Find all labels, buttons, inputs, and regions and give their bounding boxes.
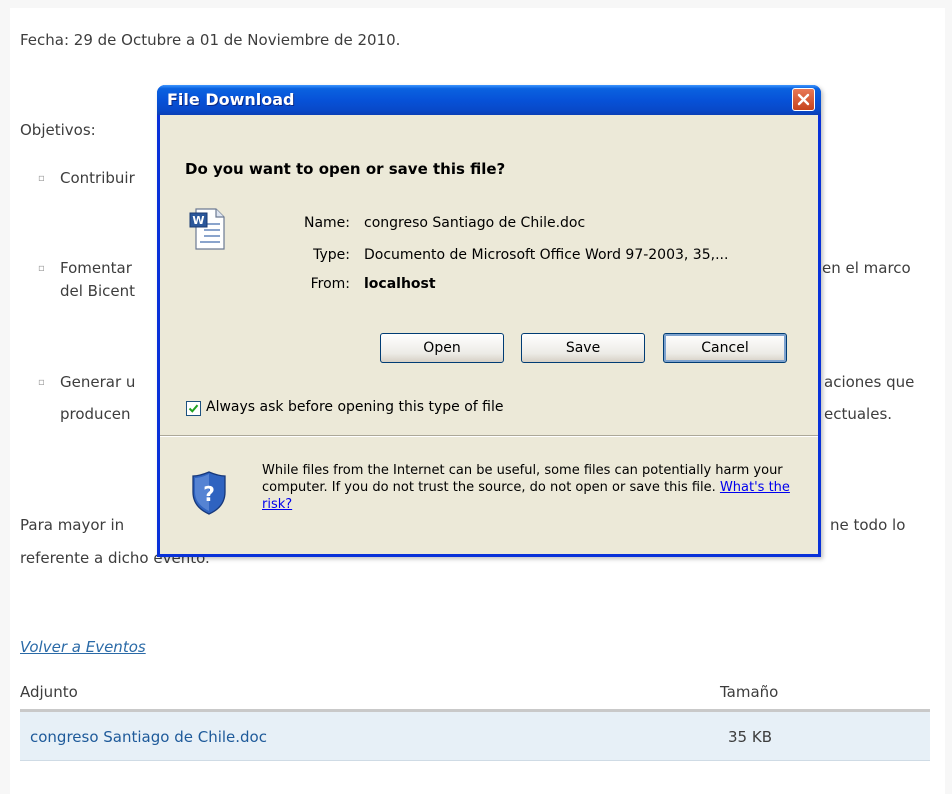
dialog-title: File Download xyxy=(167,90,295,109)
objective-3-text: Generar u xyxy=(60,373,136,391)
cancel-button[interactable]: Cancel xyxy=(663,333,787,363)
objective-2-text-line2: del Bicent xyxy=(60,282,136,300)
close-icon xyxy=(797,93,810,106)
more-info-text: Para mayor in xyxy=(20,516,125,534)
objective-3-text-right: aciones que xyxy=(824,373,915,391)
objective-2-text: Fomentar xyxy=(60,259,132,277)
file-download-dialog: File Download Do you want to open or sav… xyxy=(157,85,821,557)
separator-highlight xyxy=(160,436,818,437)
table-row: congreso Santiago de Chile.doc 35 KB xyxy=(20,712,930,761)
word-document-icon: W xyxy=(189,208,225,250)
from-label: From: xyxy=(310,276,350,292)
attachment-link[interactable]: congreso Santiago de Chile.doc xyxy=(30,728,267,746)
objectives-heading: Objetivos: xyxy=(20,121,96,139)
dialog-title-bar[interactable]: File Download xyxy=(157,85,821,115)
objective-2-text-right: en el marco xyxy=(822,259,911,277)
shield-question-icon: ? xyxy=(192,471,226,515)
svg-text:W: W xyxy=(192,214,204,227)
back-to-events-link[interactable]: Volver a Eventos xyxy=(20,638,146,656)
more-info-text-right: ne todo lo xyxy=(830,516,906,534)
always-ask-label[interactable]: Always ask before opening this type of f… xyxy=(206,399,504,415)
attachments-header: Adjunto Tamaño xyxy=(20,678,930,708)
bullet-marker: ▫ xyxy=(38,173,45,184)
close-button[interactable] xyxy=(792,88,815,111)
file-type-value: Documento de Microsoft Office Word 97-20… xyxy=(364,247,729,263)
type-label: Type: xyxy=(313,247,350,263)
warning-text: While files from the Internet can be use… xyxy=(262,463,783,495)
objective-3-text-line2: producen xyxy=(60,405,131,423)
objective-3-text-line2-right: ectuales. xyxy=(824,405,893,423)
column-header-size: Tamaño xyxy=(720,683,779,701)
always-ask-checkbox[interactable] xyxy=(186,401,201,416)
checkmark-icon xyxy=(188,404,199,413)
name-label: Name: xyxy=(303,215,350,231)
security-warning: While files from the Internet can be use… xyxy=(262,462,802,513)
file-name-value: congreso Santiago de Chile.doc xyxy=(364,215,586,231)
open-button[interactable]: Open xyxy=(380,333,504,363)
dialog-question: Do you want to open or save this file? xyxy=(185,160,506,178)
objective-1-text: Contribuir xyxy=(60,169,135,187)
save-button[interactable]: Save xyxy=(521,333,645,363)
bullet-marker: ▫ xyxy=(38,263,45,274)
source-value: localhost xyxy=(364,276,436,292)
event-date: Fecha: 29 de Octubre a 01 de Noviembre d… xyxy=(20,31,401,49)
column-header-attachment: Adjunto xyxy=(20,683,78,701)
svg-text:?: ? xyxy=(203,482,215,506)
bullet-marker: ▫ xyxy=(38,377,45,388)
attachment-size: 35 KB xyxy=(728,728,772,746)
